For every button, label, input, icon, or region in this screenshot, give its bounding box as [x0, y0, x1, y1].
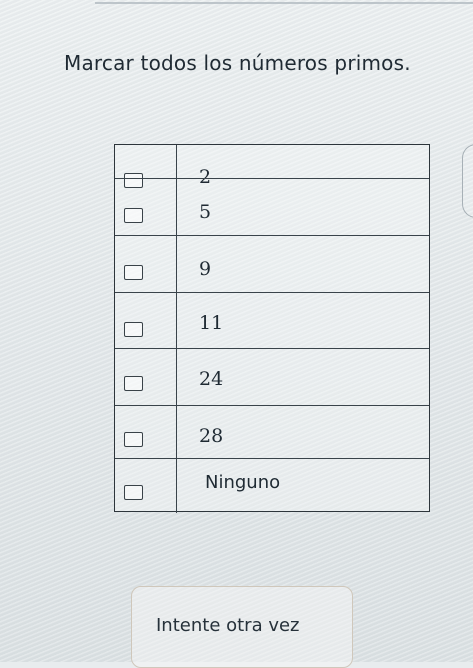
checkbox-11[interactable] — [124, 322, 143, 337]
checkbox-cell — [115, 459, 177, 513]
checkbox-cell — [115, 293, 177, 348]
choice-row-28[interactable]: 28 — [115, 405, 429, 458]
checkbox-28[interactable] — [124, 432, 143, 447]
choice-label-28: 28 — [199, 425, 224, 447]
checkbox-cell — [115, 349, 177, 405]
choice-label-9: 9 — [199, 258, 212, 280]
choice-row-9[interactable]: 9 — [115, 235, 429, 292]
checkbox-ninguno[interactable] — [124, 485, 143, 500]
retry-button-label: Intente otra vez — [156, 615, 300, 636]
choice-label-ninguno: Ninguno — [205, 472, 281, 493]
choice-label-24: 24 — [199, 368, 224, 390]
retry-button[interactable]: Intente otra vez — [131, 586, 353, 668]
answer-choice-table: 2 5 9 11 24 28 Ninguno — [114, 144, 430, 513]
top-divider — [95, 2, 473, 4]
choice-row-2[interactable]: 2 — [115, 145, 429, 188]
checkbox-cell — [115, 145, 177, 188]
choice-row-24[interactable]: 24 — [115, 348, 429, 405]
choice-row-11[interactable]: 11 — [115, 292, 429, 348]
choice-row-ninguno[interactable]: Ninguno — [115, 458, 429, 513]
checkbox-9[interactable] — [124, 265, 143, 280]
choice-label-5: 5 — [199, 201, 212, 223]
checkbox-5[interactable] — [124, 208, 143, 223]
checkbox-cell — [115, 179, 177, 235]
checkbox-24[interactable] — [124, 376, 143, 391]
worksheet-page: Marcar todos los números primos. 2 5 9 1… — [0, 0, 473, 668]
choice-row-5[interactable]: 5 — [115, 178, 429, 235]
side-panel-tab[interactable] — [462, 144, 473, 218]
checkbox-cell — [115, 406, 177, 458]
checkbox-cell — [115, 236, 177, 292]
question-title: Marcar todos los números primos. — [64, 51, 411, 75]
choice-label-11: 11 — [199, 312, 224, 334]
